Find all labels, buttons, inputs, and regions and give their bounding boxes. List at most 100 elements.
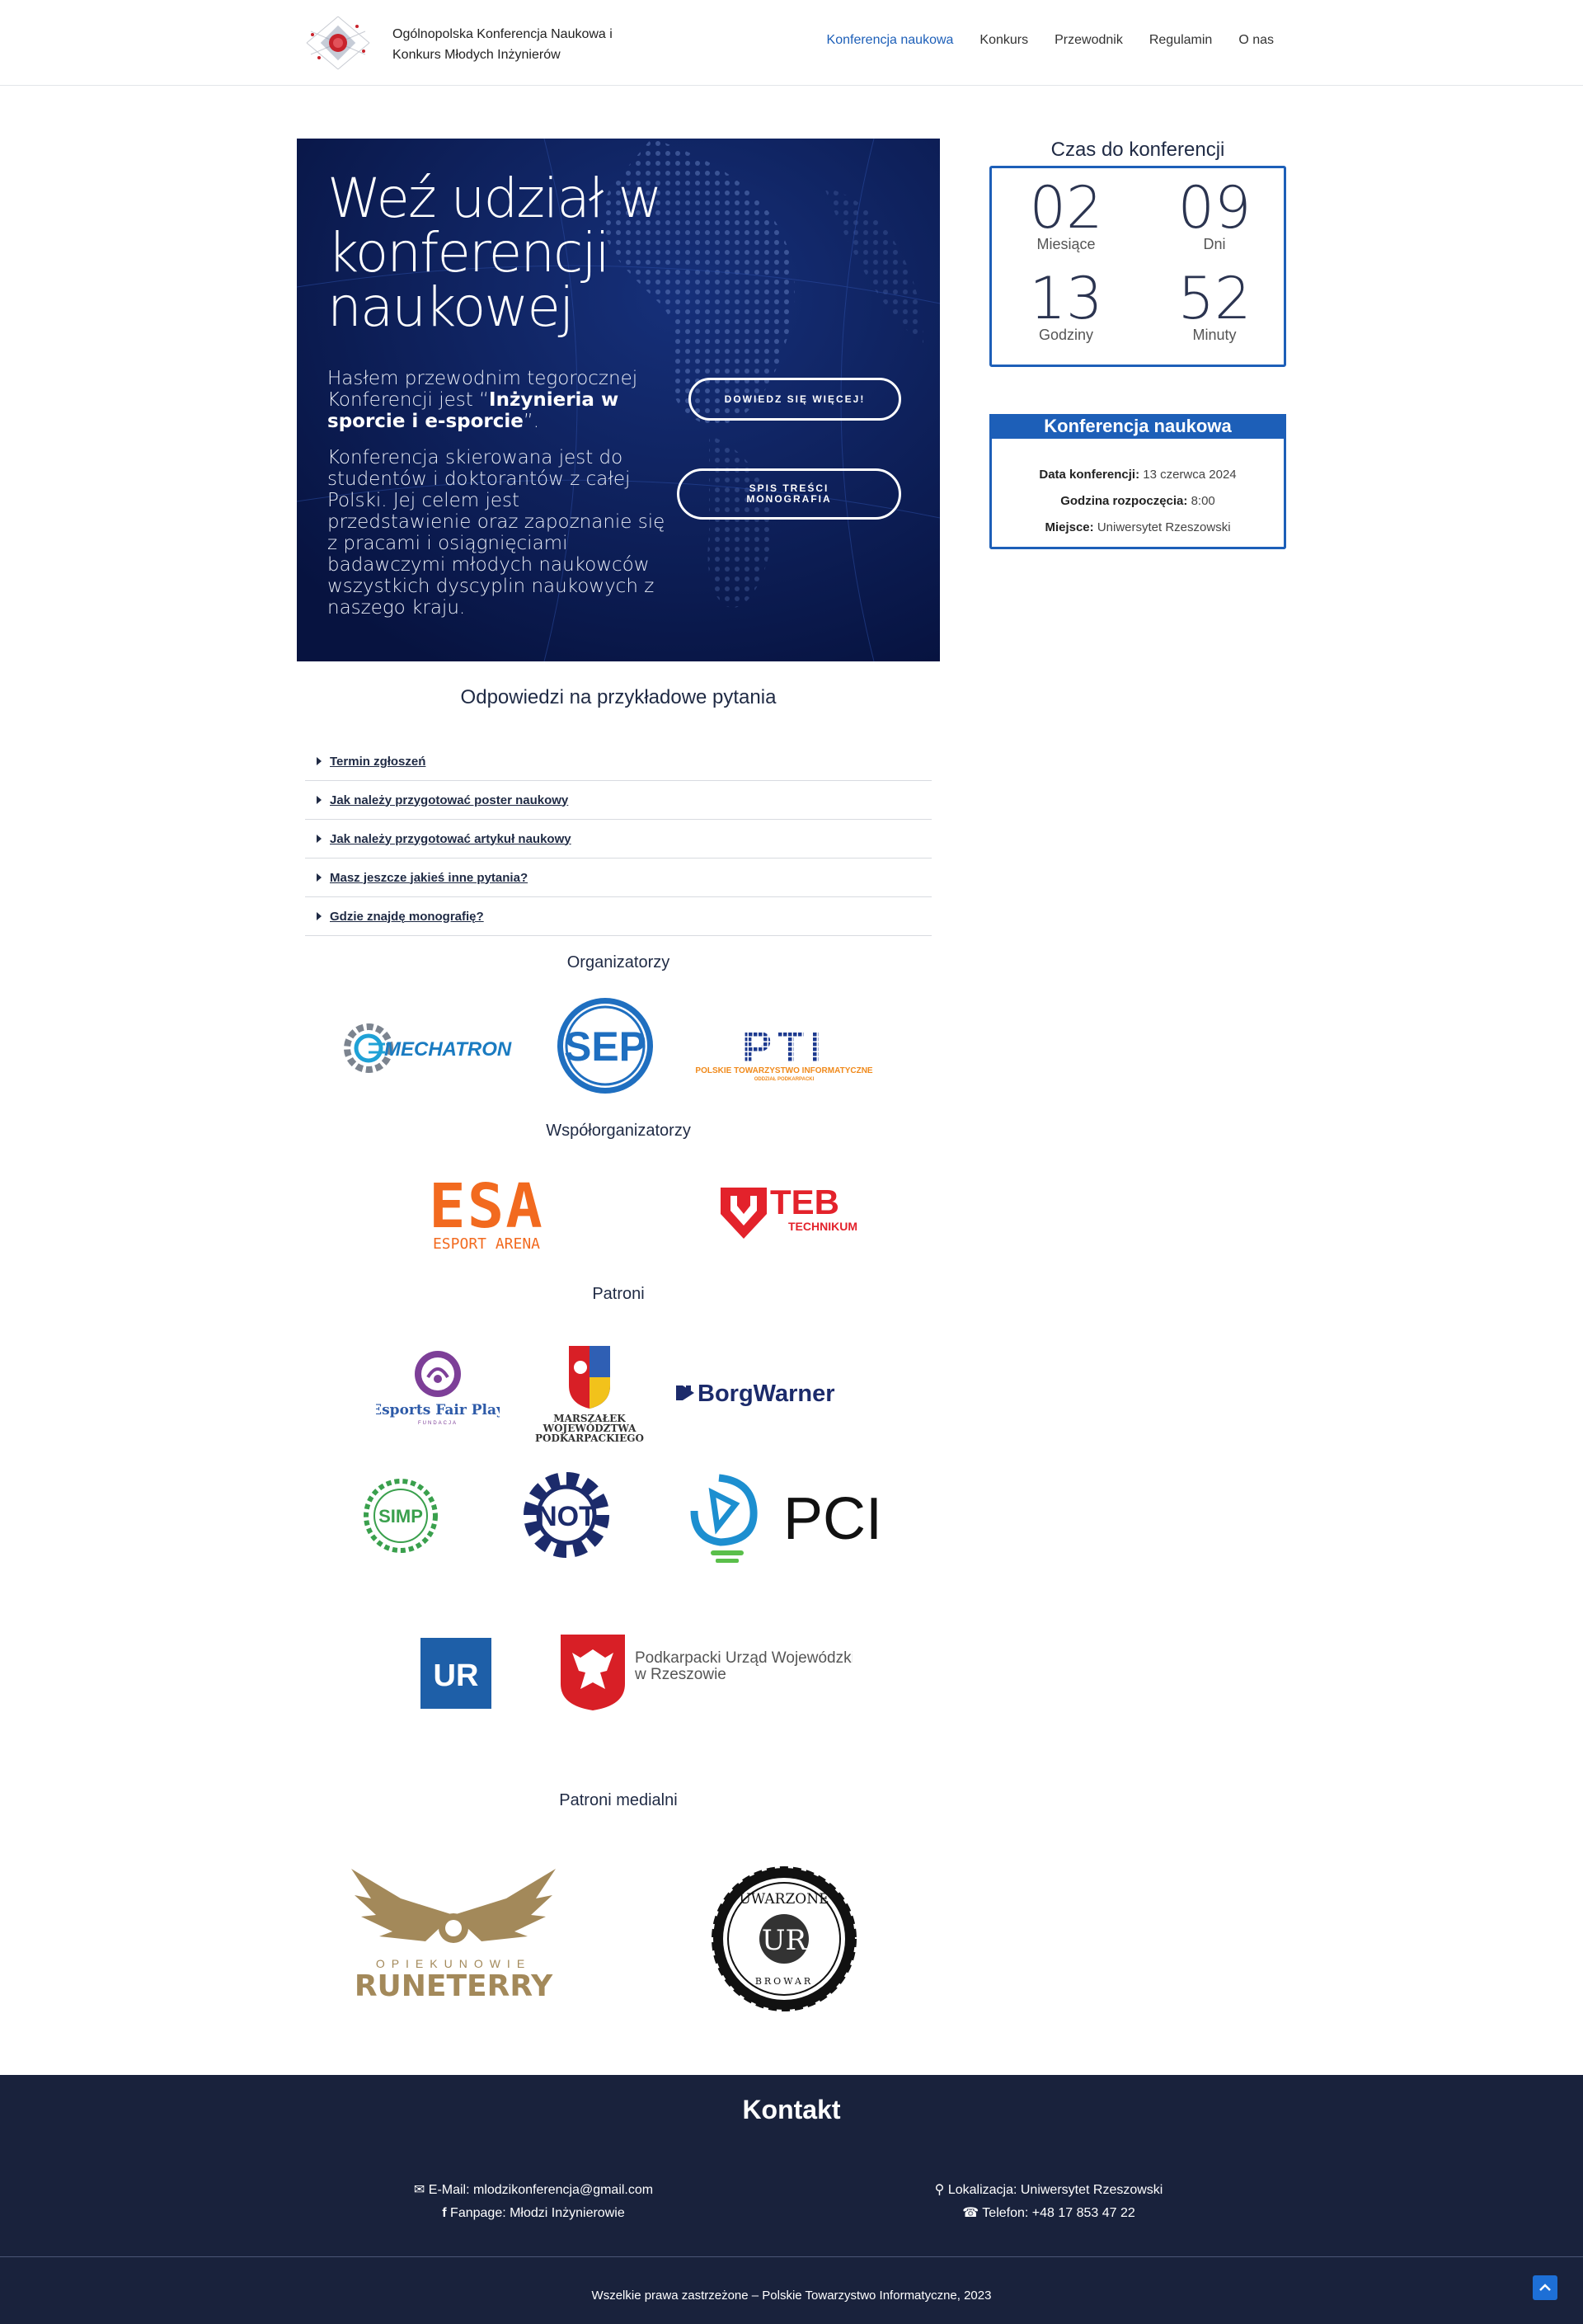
svg-text:PTI: PTI [742, 1028, 826, 1072]
caret-right-icon [317, 835, 322, 843]
site-logo[interactable] [303, 15, 373, 71]
svg-text:POLSKIE TOWARZYSTWO INFORMATYC: POLSKIE TOWARZYSTWO INFORMATYCZNE [695, 1066, 873, 1075]
ur-logo[interactable]: UR [420, 1638, 491, 1709]
footer-contact-left: ✉ E-Mail: mlodzikonferencja@gmail.com f … [327, 2179, 740, 2225]
nav-regulamin[interactable]: Regulamin [1149, 33, 1212, 48]
faq-accordion: Termin zgłoszeń Jak należy przygotować p… [305, 742, 932, 936]
faq-item[interactable]: Jak należy przygotować artykuł naukowy [305, 820, 932, 859]
countdown-months-label: Miesiące [1036, 236, 1096, 252]
svg-text:SEP: SEP [564, 1023, 646, 1070]
svg-text:ESA: ESA [429, 1178, 544, 1242]
esa-logo[interactable]: ESA ESPORT ARENA [417, 1171, 556, 1254]
svg-text:Esports Fair Play: Esports Fair Play [376, 1402, 500, 1418]
learn-more-button[interactable]: DOWIEDZ SIĘ WIĘCEJ! [688, 378, 901, 421]
countdown-minutes: 52 Minuty [1140, 266, 1289, 344]
faq-question[interactable]: Masz jeszcze jakieś inne pytania? [330, 871, 528, 885]
hero-banner: Weź udział w konferencji naukowej Hasłem… [297, 139, 940, 661]
svg-text:RUNETERRY: RUNETERRY [355, 1969, 553, 2001]
footer-contact-right: ⚲ Lokalizacja: Uniwersytet Rzeszowski ☎ … [843, 2179, 1255, 2225]
countdown-months-value: 02 [1029, 174, 1103, 242]
main-nav: Konferencja naukowa Konkurs Przewodnik R… [827, 33, 1274, 48]
footer-copyright: Wszelkie prawa zastrzeżone – Polskie Tow… [591, 2289, 992, 2303]
brand-line-2: Konkurs Młodych Inżynierów [392, 48, 561, 62]
svg-text:UR: UR [434, 1658, 479, 1693]
svg-text:ESPORT ARENA: ESPORT ARENA [433, 1235, 540, 1253]
marszalek-logo[interactable]: MARSZAŁEK WOJEWÓDZTWA PODKARPACKIEGO [529, 1344, 650, 1444]
organizers-title: Organizatorzy [566, 953, 670, 971]
faq-item[interactable]: Masz jeszcze jakieś inne pytania? [305, 859, 932, 897]
faq-item[interactable]: Jak należy przygotować poster naukowy [305, 781, 932, 820]
svg-text:Podkarpacki Urząd Wojewódzki: Podkarpacki Urząd Wojewódzki [635, 1649, 853, 1667]
hero-theme-text: Hasłem przewodnim tegorocznej Konferencj… [327, 368, 638, 432]
esports-fair-play-logo[interactable]: Esports Fair Play FUNDACJA [371, 1349, 505, 1428]
media-patrons-title: Patroni medialni [559, 1791, 678, 1809]
not-logo[interactable]: NOT [523, 1471, 610, 1559]
countdown-days-value: 09 [1177, 174, 1252, 242]
pci-logo[interactable]: PCI [688, 1471, 882, 1570]
svg-text:PCI: PCI [783, 1486, 882, 1552]
footer-phone[interactable]: ☎ Telefon: +48 17 853 47 22 [843, 2202, 1255, 2225]
patrons-title: Patroni [592, 1285, 645, 1303]
footer-fanpage[interactable]: f Fanpage: Młodzi Inżynierowie [327, 2202, 740, 2225]
info-time: Godzina rozpoczęcia: 8:00 [1060, 494, 1215, 508]
countdown-hours-value: 13 [1029, 265, 1103, 332]
scroll-to-top-button[interactable] [1533, 2275, 1557, 2300]
info-card: Data konferencji: 13 czerwca 2024 Godzin… [989, 439, 1286, 549]
countdown-days: 09 Dni [1140, 175, 1289, 253]
faq-item[interactable]: Termin zgłoszeń [305, 742, 932, 781]
puw-logo[interactable]: Podkarpacki Urząd Wojewódzki w Rzeszowie [559, 1633, 855, 1712]
countdown-minutes-value: 52 [1177, 265, 1252, 332]
svg-text:TECHNIKUM: TECHNIKUM [788, 1220, 857, 1233]
footer-title: Kontakt [742, 2095, 841, 2124]
faq-question[interactable]: Jak należy przygotować artykuł naukowy [330, 832, 571, 846]
svg-text:TEB: TEB [770, 1183, 839, 1221]
mechatron-logo[interactable]: MECHATRON [340, 1019, 529, 1077]
countdown-months: 02 Miesiące [992, 175, 1140, 253]
footer-divider [0, 2256, 1583, 2257]
brand-line-1: Ogólnopolska Konferencja Naukowa i [392, 27, 613, 41]
svg-text:UR: UR [762, 1924, 808, 1957]
caret-right-icon [317, 757, 322, 765]
nav-przewodnik[interactable]: Przewodnik [1055, 33, 1123, 48]
countdown-hours-label: Godziny [1038, 327, 1094, 343]
site-header: Ogólnopolska Konferencja Naukowa i Konku… [0, 0, 1583, 86]
svg-text:OPIEKUNOWIE: OPIEKUNOWIE [376, 1957, 531, 1970]
svg-text:ODDZIAŁ PODKARPACKI: ODDZIAŁ PODKARPACKI [754, 1077, 815, 1082]
simp-logo[interactable]: SIMP [361, 1476, 440, 1555]
pti-logo[interactable]: PTI POLSKIE TOWARZYSTWO INFORMATYCZNE OD… [689, 1023, 879, 1085]
borgwarner-logo[interactable]: BorgWarner [673, 1376, 879, 1410]
footer-email[interactable]: ✉ E-Mail: mlodzikonferencja@gmail.com [327, 2179, 740, 2202]
countdown-hours: 13 Godziny [992, 266, 1140, 344]
facebook-icon: f [442, 2206, 447, 2220]
countdown-minutes-label: Minuty [1192, 327, 1237, 343]
svg-text:UWARZONE: UWARZONE [739, 1891, 829, 1908]
site-brand[interactable]: Ogólnopolska Konferencja Naukowa i Konku… [392, 24, 648, 65]
faq-question[interactable]: Gdzie znajdę monografię? [330, 910, 484, 924]
chevron-up-icon [1539, 2284, 1551, 2291]
site-footer: Kontakt ✉ E-Mail: mlodzikonferencja@gmai… [0, 2075, 1583, 2324]
map-marker-icon: ⚲ [934, 2183, 945, 2197]
faq-question[interactable]: Termin zgłoszeń [330, 755, 425, 769]
info-date: Data konferencji: 13 czerwca 2024 [1039, 468, 1237, 482]
envelope-icon: ✉ [413, 2183, 425, 2197]
phone-icon: ☎ [962, 2206, 979, 2220]
faq-item[interactable]: Gdzie znajdę monografię? [305, 897, 932, 936]
runeterry-logo[interactable]: OPIEKUNOWIE RUNETERRY [343, 1865, 564, 2003]
monograph-toc-button[interactable]: SPIS TREŚCI MONOGRAFIA [677, 468, 901, 520]
faq-question[interactable]: Jak należy przygotować poster naukowy [330, 793, 568, 807]
sep-logo[interactable]: SEP [554, 995, 656, 1097]
nav-konferencja[interactable]: Konferencja naukowa [827, 33, 954, 48]
svg-text:MECHATRON: MECHATRON [384, 1038, 512, 1061]
faq-title: Odpowiedzi na przykładowe pytania [460, 686, 777, 708]
hero-description: Konferencja skierowana jest do studentów… [327, 447, 665, 619]
nav-o-nas[interactable]: O nas [1238, 33, 1274, 48]
uwarzone-browar-logo[interactable]: UR UWARZONE BROWAR [711, 1865, 857, 2012]
hero-title: Weź udział w konferencji naukowej [327, 167, 662, 339]
teb-logo[interactable]: TEB TECHNIKUM [719, 1181, 867, 1247]
nav-konkurs[interactable]: Konkurs [979, 33, 1028, 48]
svg-text:FUNDACJA: FUNDACJA [418, 1421, 458, 1426]
info-card-heading: Konferencja naukowa [989, 414, 1286, 439]
svg-text:BorgWarner: BorgWarner [698, 1381, 835, 1407]
countdown-box: 02 Miesiące 09 Dni 13 Godziny 52 Minuty [989, 166, 1286, 367]
info-place: Miejsce: Uniwersytet Rzeszowski [1045, 520, 1231, 534]
